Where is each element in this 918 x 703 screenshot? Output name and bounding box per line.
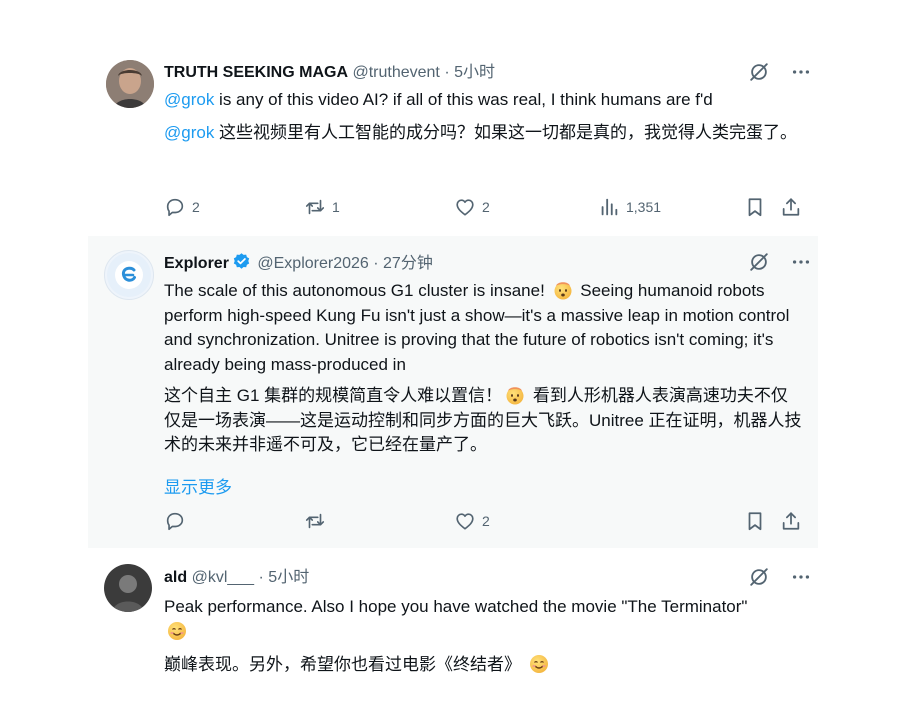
post-text-zh: 这个自主 G1 集群的规模简直令人难以置信！ 看到人形机器人表演高速功夫不仅仅是… [164, 386, 802, 454]
post-time[interactable]: · 5小时 [444, 64, 495, 81]
post-time[interactable]: · 27分钟 [373, 255, 433, 272]
smiling-emoji [168, 621, 186, 640]
share-icon[interactable] [780, 510, 802, 532]
more-icon[interactable] [790, 61, 812, 83]
share-icon[interactable] [780, 196, 802, 218]
smiling-emoji [530, 655, 548, 673]
post-text-zh: @grok 这些视频里有人工智能的成分吗？如果这一切都是真的，我觉得人类完蛋了。 [164, 123, 798, 142]
avatar[interactable] [104, 564, 152, 612]
post-header: ald @kvl___ · 5小时 [164, 567, 309, 589]
like-count: 2 [482, 199, 490, 215]
verified-badge-icon [233, 253, 250, 269]
repost-button[interactable] [304, 510, 326, 532]
like-button[interactable]: 2 [454, 510, 490, 532]
post-text-en: The scale of this autonomous G1 cluster … [164, 281, 790, 374]
like-icon [456, 199, 474, 216]
post-header: TRUTH SEEKING MAGA @truthevent · 5小时 [164, 62, 495, 84]
like-count: 2 [482, 513, 490, 529]
reply-count: 2 [192, 199, 200, 215]
repost-icon [305, 513, 325, 529]
author-name[interactable]: TRUTH SEEKING MAGA [164, 64, 348, 81]
reply-post-1[interactable]: TRUTH SEEKING MAGA @truthevent · 5小时 @gr… [88, 48, 818, 233]
avatar[interactable] [104, 250, 154, 300]
bookmark-icon[interactable] [744, 196, 766, 218]
reply-post-3[interactable]: ald @kvl___ · 5小时 Peak performance. Also… [88, 552, 818, 703]
exploding-head-emoji [506, 387, 524, 405]
author-handle[interactable]: @truthevent [352, 64, 439, 81]
post-header: Explorer @Explorer2026 · 27分钟 [164, 252, 433, 275]
repost-count: 1 [332, 199, 340, 215]
grok-icon[interactable] [748, 251, 770, 273]
post-text-en: Peak performance. Also I hope you have w… [164, 595, 754, 644]
view-count: 1,351 [626, 199, 662, 215]
repost-button[interactable]: 1 [304, 196, 340, 218]
reply-button[interactable]: 2 [164, 196, 200, 218]
repost-icon [305, 199, 325, 215]
exploding-head-emoji [554, 282, 572, 300]
author-name[interactable]: ald [164, 569, 187, 586]
bookmark-icon[interactable] [744, 510, 766, 532]
reply-icon [166, 512, 184, 531]
like-icon [456, 513, 474, 530]
post-text-en: @grok is any of this video AI? if all of… [164, 90, 713, 109]
mention-link[interactable]: @grok [164, 90, 214, 109]
grok-icon[interactable] [748, 61, 770, 83]
avatar[interactable] [106, 60, 154, 108]
views-button[interactable]: 1,351 [598, 196, 661, 218]
reply-icon [166, 198, 184, 217]
author-handle[interactable]: @kvl___ [192, 569, 255, 586]
author-handle[interactable]: @Explorer2026 [257, 255, 368, 272]
more-icon[interactable] [790, 251, 812, 273]
like-button[interactable]: 2 [454, 196, 490, 218]
grok-icon[interactable] [748, 566, 770, 588]
show-more-link[interactable]: 显示更多 [164, 473, 232, 498]
reply-post-2[interactable]: Explorer @Explorer2026 · 27分钟 The scale … [88, 236, 818, 548]
author-name[interactable]: Explorer [164, 255, 229, 272]
reply-button[interactable] [164, 510, 186, 532]
views-icon [601, 198, 618, 216]
mention-link[interactable]: @grok [164, 123, 214, 142]
more-icon[interactable] [790, 566, 812, 588]
post-time[interactable]: · 5小时 [259, 569, 310, 586]
post-text-zh: 巅峰表现。另外，希望你也看过电影《终结者》 [164, 653, 804, 678]
